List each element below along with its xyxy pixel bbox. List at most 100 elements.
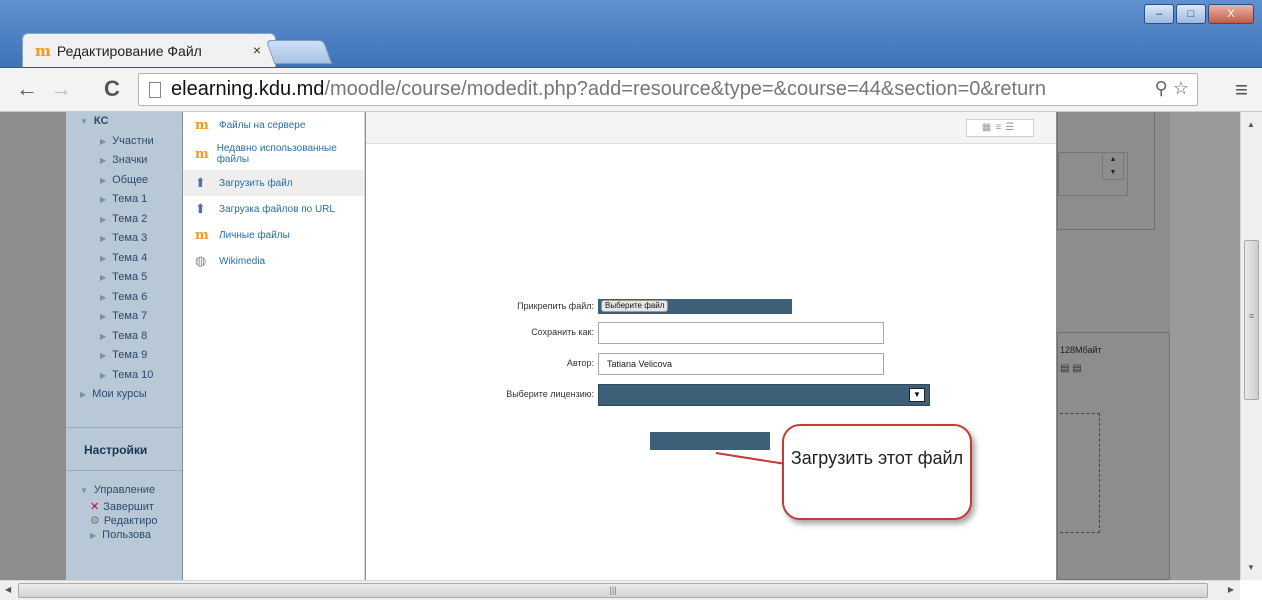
collapse-icon: ▶: [100, 312, 107, 321]
nav-item[interactable]: ▶ Тема 2: [66, 210, 182, 230]
collapse-icon: ▶: [100, 331, 107, 341]
nav-item[interactable]: ▶ Тема 5: [66, 268, 182, 288]
scroll-down-icon[interactable]: ▼: [1247, 563, 1255, 572]
dropdown-arrow-icon: ▼: [909, 388, 925, 402]
file-picker-repositories: m Файлы на сервере m Недавно использованны…: [183, 112, 365, 580]
course-navigation: ▼ КС ▶ Участни ▶ Значки ▶ Общее ▶ Тема 1 ▶ Тем…: [66, 112, 182, 580]
window-controls: – □ X: [1142, 4, 1254, 24]
background-panel: ▲ ▼: [1057, 112, 1155, 230]
nav-item[interactable]: ▶ Общее: [66, 171, 182, 191]
repo-recent-files[interactable]: m Недавно использованные файлы: [183, 138, 364, 170]
nav-admin-item[interactable]: ⚙ Редактиро: [66, 514, 182, 528]
url-download-icon: ⬆: [195, 201, 206, 217]
nav-admin-item[interactable]: ✕ Завершит: [66, 500, 182, 514]
repo-wikimedia[interactable]: ◍ Wikimedia: [183, 248, 364, 274]
forward-arrow-icon[interactable]: →: [50, 76, 72, 102]
collapse-icon: ▶: [100, 195, 107, 204]
collapse-icon: ▶: [100, 273, 107, 282]
nav-item[interactable]: ▶ Тема 3: [66, 229, 182, 249]
zoom-star-icons[interactable]: ⚲ ☆: [1155, 78, 1189, 99]
url-path: /moodle/course/modedit.php?add=resource&…: [324, 78, 1047, 100]
collapse-icon: ▶: [100, 234, 107, 243]
license-select[interactable]: ▼: [598, 384, 930, 406]
nav-item[interactable]: ▶ Тема 6: [66, 288, 182, 308]
author-input[interactable]: Tatiana Velicova: [598, 353, 884, 375]
callout-annotation: Загрузить этот файл: [782, 424, 972, 520]
horizontal-scrollbar[interactable]: ◀ ||| ▶: [0, 580, 1240, 600]
nav-item[interactable]: ▶ Участни: [66, 132, 182, 152]
nav-item[interactable]: ▶ Значки: [66, 151, 182, 171]
repo-server-files[interactable]: m Файлы на сервере: [183, 112, 364, 138]
nav-item[interactable]: ▶ Тема 9: [66, 346, 182, 366]
finish-edit-icon: ✕: [90, 501, 100, 513]
browser-toolbar: ← → C elearning.kdu.md/moodle/course/mod…: [0, 68, 1262, 112]
repo-upload-file[interactable]: ⬆ Загрузить файл: [183, 170, 364, 196]
save-as-row: Сохранить как:: [366, 322, 1056, 344]
repo-url-download[interactable]: ⬆ Загрузка файлов по URL: [183, 196, 364, 222]
collapse-icon: ▶: [100, 253, 107, 263]
collapse-icon: ▶: [100, 292, 107, 302]
url-host: elearning.kdu.md: [171, 78, 325, 100]
browser-tab[interactable]: m Редактирование Файл ×: [22, 33, 276, 67]
new-tab-button[interactable]: [265, 40, 333, 64]
nav-item[interactable]: ▶ Тема 4: [66, 249, 182, 269]
save-as-label: Сохранить как:: [531, 327, 594, 337]
license-label: Выберите лицензию:: [506, 389, 594, 399]
tab-close-button[interactable]: ×: [253, 42, 261, 58]
horizontal-scroll-thumb[interactable]: |||: [18, 583, 1208, 598]
collapse-icon: ▶: [100, 156, 107, 165]
nav-item[interactable]: ▶ Тема 10: [66, 366, 182, 386]
maximize-button[interactable]: □: [1176, 4, 1206, 24]
menu-icon[interactable]: ≡: [1235, 77, 1248, 103]
page-content: ▼ КС ▶ Участни ▶ Значки ▶ Общее ▶ Тема 1 ▶ Тем…: [0, 112, 1262, 580]
attach-file-row: Прикрепить файл: Выберите файл: [366, 296, 1056, 318]
reload-icon[interactable]: C: [104, 76, 120, 102]
scroll-up-icon[interactable]: ▲: [1247, 120, 1255, 129]
moodle-icon: m: [195, 117, 209, 133]
scroll-right-icon[interactable]: ▶: [1228, 585, 1234, 594]
collapse-icon: ▶: [100, 370, 107, 380]
vertical-scrollbar[interactable]: ▲ ≡ ▼: [1240, 112, 1262, 580]
nav-course-root[interactable]: ▼ КС: [66, 112, 182, 132]
title-bar: m Редактирование Файл × – □ X: [0, 0, 1262, 68]
file-input[interactable]: Выберите файл: [598, 299, 792, 314]
moodle-favicon-icon: m: [35, 41, 51, 60]
page-icon: [149, 81, 161, 98]
save-as-input[interactable]: [598, 322, 884, 344]
background-form: ▲ ▼ 128Мбайт ▤ ▤: [1057, 112, 1170, 580]
nav-item[interactable]: ▶ Тема 1: [66, 190, 182, 210]
upload-file-button[interactable]: [650, 432, 770, 450]
collapse-icon: ▶: [100, 214, 107, 224]
background-filemanager: 128Мбайт ▤ ▤: [1057, 332, 1170, 580]
nav-item[interactable]: ▶ Тема 7: [66, 307, 182, 327]
view-mode-buttons[interactable]: ▦≡☰: [966, 119, 1034, 137]
close-window-button[interactable]: X: [1208, 4, 1254, 24]
scroll-left-icon[interactable]: ◀: [5, 585, 11, 594]
vertical-scroll-thumb[interactable]: ≡: [1244, 240, 1259, 400]
wikimedia-icon: ◍: [195, 253, 207, 269]
collapse-icon: ▶: [100, 175, 107, 185]
dropzone-border: [1060, 413, 1100, 533]
choose-file-button[interactable]: Выберите файл: [601, 300, 669, 312]
nav-item[interactable]: ▶ Тема 8: [66, 327, 182, 347]
max-size-text: 128Мбайт: [1060, 345, 1102, 355]
author-label: Автор:: [566, 358, 594, 368]
license-row: Выберите лицензию: ▼: [366, 384, 1056, 406]
minimize-button[interactable]: –: [1144, 4, 1174, 24]
moodle-icon: m: [195, 146, 209, 162]
expand-icon: ▼: [80, 117, 88, 126]
collapse-icon: ▶: [100, 351, 107, 360]
collapse-icon: ▶: [90, 531, 97, 540]
gear-icon: ⚙: [90, 515, 100, 527]
repo-private-files[interactable]: m Личные файлы: [183, 222, 364, 248]
collapse-icon: ▶: [100, 136, 107, 146]
back-arrow-icon[interactable]: ←: [16, 76, 38, 102]
view-icons: ▤ ▤: [1060, 363, 1082, 374]
collapse-icon: ▶: [80, 390, 87, 399]
nav-admin[interactable]: ▼ Управление: [66, 481, 182, 501]
expand-icon: ▼: [80, 485, 88, 495]
nav-admin-item[interactable]: ▶ Пользова: [66, 528, 182, 542]
attach-file-label: Прикрепить файл:: [517, 301, 594, 311]
nav-my-courses[interactable]: ▶ Мои курсы: [66, 385, 182, 405]
address-bar[interactable]: elearning.kdu.md/moodle/course/modedit.p…: [138, 73, 1198, 106]
